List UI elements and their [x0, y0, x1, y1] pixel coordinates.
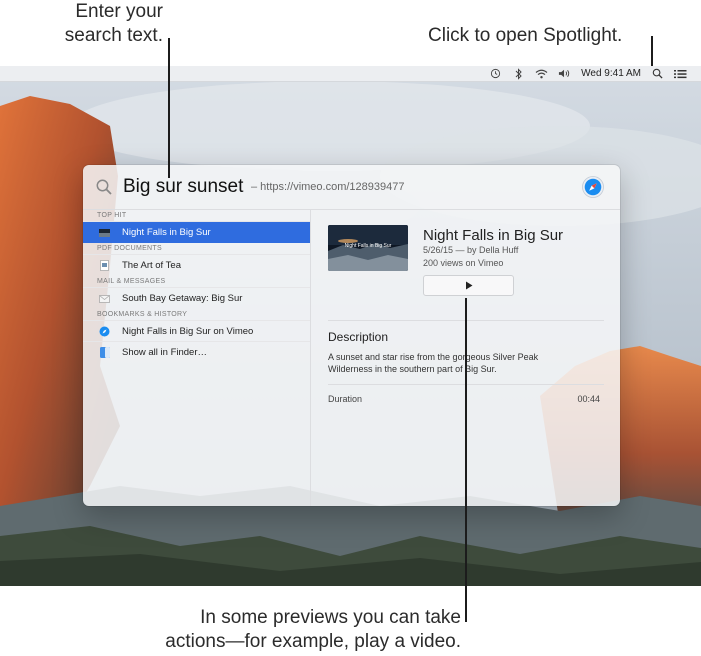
menu-bar: Wed 9:41 AM	[0, 66, 701, 82]
callout-leader-preview	[465, 298, 467, 622]
spotlight-search-icon[interactable]	[651, 67, 664, 80]
section-header-top-hit: TOP HIT	[83, 210, 310, 222]
duration-value: 00:44	[577, 394, 600, 404]
callout-preview-actions: In some previews you can take actions—fo…	[165, 606, 461, 654]
result-item-label: The Art of Tea	[122, 260, 181, 271]
section-header-mail: MAIL & MESSAGES	[83, 276, 310, 288]
safari-icon[interactable]	[582, 176, 604, 198]
bluetooth-icon[interactable]	[512, 67, 525, 80]
callout-leader-search	[168, 38, 170, 178]
section-header-pdf: PDF DOCUMENTS	[83, 243, 310, 255]
search-completion-hint: – https://vimeo.com/128939477	[251, 181, 405, 193]
callout-line: Enter your	[75, 1, 163, 22]
callout-leader-spotlight	[651, 36, 653, 66]
play-button[interactable]	[423, 275, 514, 296]
result-item-vimeo-bookmark[interactable]: Night Falls in Big Sur on Vimeo	[83, 321, 310, 342]
thumbnail-caption: Night Falls in Big Sur	[345, 243, 392, 249]
wifi-icon[interactable]	[535, 67, 548, 80]
menu-bar-clock[interactable]: Wed 9:41 AM	[581, 68, 641, 79]
results-list: TOP HIT Night Falls in Big Sur PDF DOCUM…	[83, 210, 311, 506]
spotlight-search-bar[interactable]: Big sur sunset – https://vimeo.com/12893…	[83, 165, 620, 210]
callout-line: In some previews you can take	[200, 607, 461, 628]
notification-center-icon[interactable]	[674, 67, 687, 80]
search-input[interactable]: Big sur sunset	[123, 176, 243, 198]
preview-date-author: 5/26/15 — by Della Huff	[423, 245, 519, 255]
result-item-night-falls[interactable]: Night Falls in Big Sur	[83, 222, 310, 243]
video-thumbnail-icon	[99, 228, 110, 237]
spotlight-window: Big sur sunset – https://vimeo.com/12893…	[83, 165, 620, 506]
show-all-in-finder[interactable]: Show all in Finder…	[83, 342, 310, 363]
result-item-label: Night Falls in Big Sur on Vimeo	[122, 325, 254, 337]
duration-label: Duration	[328, 394, 363, 404]
description-header: Description	[328, 330, 389, 344]
callout-search-text: Enter your search text.	[65, 0, 163, 48]
volume-icon[interactable]	[558, 67, 571, 80]
pdf-icon	[99, 260, 110, 271]
finder-icon	[99, 347, 110, 358]
preview-title: Night Falls in Big Sur	[423, 227, 564, 244]
preview-views: 200 views on Vimeo	[423, 258, 504, 268]
video-thumbnail[interactable]: Night Falls in Big Sur	[328, 225, 408, 271]
callout-spotlight: Click to open Spotlight.	[428, 25, 623, 46]
section-header-bookmarks: BOOKMARKS & HISTORY	[83, 309, 310, 321]
result-item-label: South Bay Getaway: Big Sur	[122, 293, 243, 304]
show-all-label: Show all in Finder…	[122, 347, 208, 358]
result-item-label: Night Falls in Big Sur	[122, 227, 211, 238]
mail-icon	[99, 294, 110, 303]
callout-line: actions—for example, play a video.	[165, 631, 461, 652]
search-icon	[95, 178, 113, 196]
result-item-art-of-tea[interactable]: The Art of Tea	[83, 255, 310, 276]
time-machine-icon[interactable]	[489, 67, 502, 80]
result-item-south-bay[interactable]: South Bay Getaway: Big Sur	[83, 288, 310, 309]
safari-icon	[99, 326, 110, 336]
description-text: A sunset and star rise from the gorgeous…	[328, 352, 539, 374]
play-icon	[465, 281, 472, 290]
callout-line: search text.	[64, 25, 163, 46]
